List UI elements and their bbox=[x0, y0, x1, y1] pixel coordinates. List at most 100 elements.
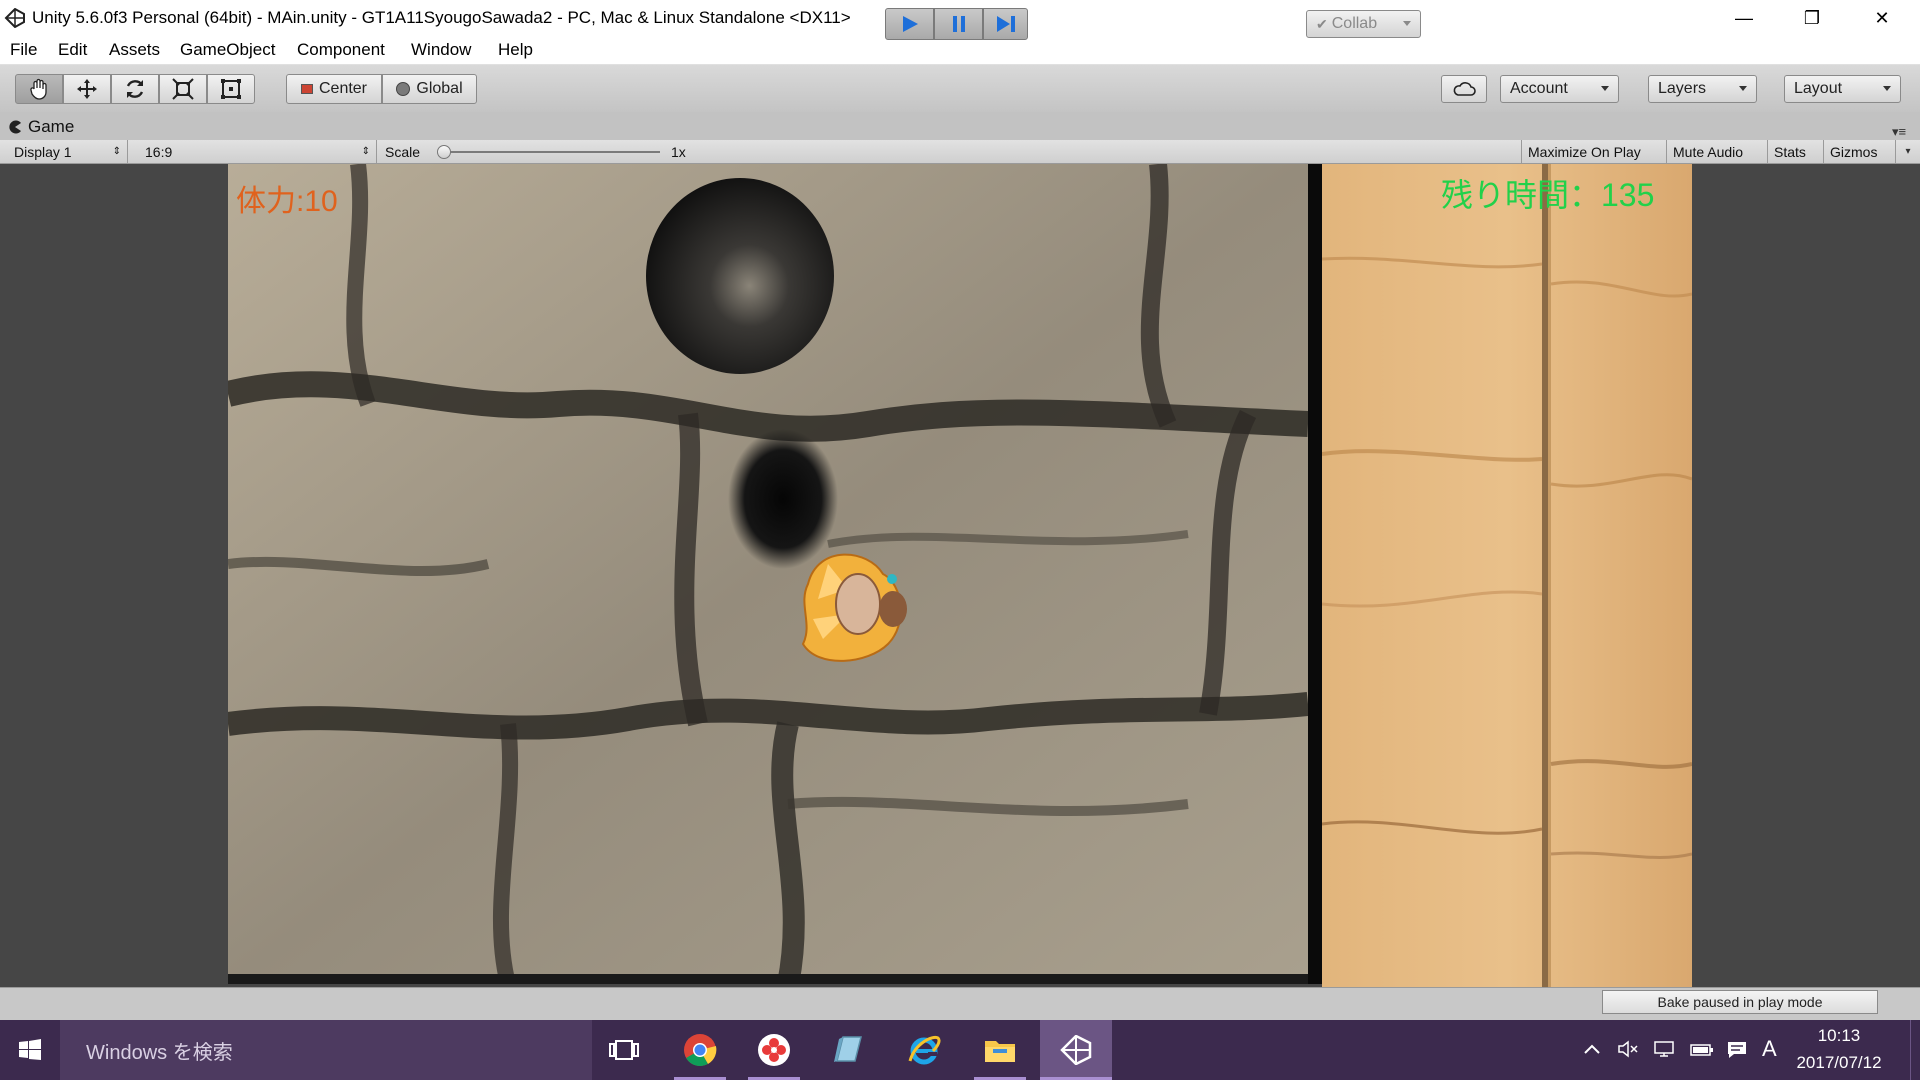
hole-shadow bbox=[728, 429, 838, 569]
pivot-center-toggle[interactable]: Center bbox=[286, 74, 382, 104]
pivot-icon bbox=[300, 84, 313, 94]
move-tool-button[interactable] bbox=[63, 74, 111, 104]
window-title: Unity 5.6.0f3 Personal (64bit) - MAin.un… bbox=[32, 8, 851, 27]
volume-button[interactable] bbox=[1617, 1040, 1639, 1063]
game-tab[interactable]: Game bbox=[8, 114, 98, 140]
layers-label: Layers bbox=[1658, 80, 1707, 97]
pause-button[interactable] bbox=[934, 8, 983, 40]
task-view-icon bbox=[609, 1040, 639, 1060]
menu-window[interactable]: Window bbox=[411, 40, 471, 60]
scale-label: Scale bbox=[385, 143, 421, 160]
account-label: Account bbox=[1510, 80, 1568, 97]
time-remaining-display: 残り時間：135 bbox=[1441, 177, 1655, 213]
clock-time[interactable]: 10:13 bbox=[1784, 1026, 1894, 1046]
gizmos-label: Gizmos bbox=[1830, 143, 1878, 160]
unity-icon bbox=[1060, 1035, 1092, 1065]
cloud-button[interactable] bbox=[1441, 75, 1487, 103]
hand-tool-icon bbox=[30, 78, 47, 100]
display-dropdown[interactable]: Display 1 ⇕ bbox=[8, 140, 128, 163]
menu-gameobject[interactable]: GameObject bbox=[180, 40, 275, 60]
unity-taskbar-button[interactable] bbox=[1040, 1020, 1112, 1080]
battery-button[interactable] bbox=[1689, 1040, 1715, 1063]
layout-label: Layout bbox=[1794, 80, 1843, 97]
menu-edit[interactable]: Edit bbox=[58, 40, 87, 60]
layers-dropdown[interactable]: Layers bbox=[1648, 75, 1757, 103]
game-tab-bar bbox=[0, 112, 1920, 140]
play-button[interactable] bbox=[885, 8, 934, 40]
rotate-tool-button[interactable] bbox=[111, 74, 159, 104]
step-button[interactable] bbox=[983, 8, 1028, 40]
clock-date[interactable]: 2017/07/12 bbox=[1784, 1053, 1894, 1073]
app-paper-icon bbox=[834, 1036, 862, 1062]
collab-label: Collab bbox=[1331, 15, 1378, 32]
collab-dropdown[interactable]: ✔ Collab bbox=[1306, 10, 1421, 38]
network-button[interactable] bbox=[1652, 1040, 1676, 1063]
aspect-dropdown[interactable]: 16:9 ⇕ bbox=[139, 140, 377, 163]
bake-status: Bake paused in play mode bbox=[1602, 990, 1878, 1014]
pivot-center-label: Center bbox=[318, 80, 368, 97]
internet-explorer-icon bbox=[908, 1035, 941, 1065]
paper-app-taskbar-button[interactable] bbox=[818, 1020, 878, 1080]
check-icon: ✔ bbox=[1316, 15, 1328, 32]
taskbar-search[interactable]: Windows を検索 bbox=[60, 1020, 592, 1080]
chrome-taskbar-button[interactable] bbox=[670, 1020, 730, 1080]
flower-app-taskbar-button[interactable] bbox=[744, 1020, 804, 1080]
stats-toggle[interactable]: Stats bbox=[1768, 140, 1824, 163]
internet-explorer-taskbar-button[interactable] bbox=[894, 1020, 954, 1080]
stone-wall-background bbox=[228, 164, 1308, 984]
chrome-icon bbox=[684, 1034, 717, 1067]
menu-assets[interactable]: Assets bbox=[109, 40, 160, 60]
restore-button[interactable]: ❐ bbox=[1778, 0, 1846, 36]
account-dropdown[interactable]: Account bbox=[1500, 75, 1619, 103]
stone-texture bbox=[228, 164, 1308, 984]
minimize-button[interactable]: — bbox=[1710, 0, 1778, 36]
panel-menu-icon[interactable]: ▾≡ bbox=[1892, 124, 1906, 140]
battery-icon bbox=[1690, 1044, 1713, 1056]
stage-divider bbox=[1308, 164, 1322, 984]
scale-tool-icon bbox=[172, 78, 194, 100]
scale-value: 1x bbox=[671, 143, 686, 160]
scale-slider-track[interactable] bbox=[442, 151, 660, 153]
maximize-on-play-toggle[interactable]: Maximize On Play bbox=[1521, 140, 1667, 163]
display-arrow-icon: ⇕ bbox=[112, 146, 121, 157]
volume-muted-icon bbox=[1618, 1040, 1638, 1058]
scale-slider-handle[interactable] bbox=[437, 145, 451, 159]
black-ball bbox=[646, 178, 834, 374]
menu-component[interactable]: Component bbox=[297, 40, 385, 60]
rect-tool-icon bbox=[221, 79, 241, 99]
rect-tool-button[interactable] bbox=[207, 74, 255, 104]
menu-bar bbox=[0, 36, 1920, 65]
game-pacman-icon bbox=[9, 120, 21, 134]
start-button[interactable] bbox=[0, 1020, 60, 1080]
wood-panel bbox=[1322, 164, 1692, 987]
pause-icon bbox=[952, 16, 965, 32]
game-tab-label: Game bbox=[28, 117, 75, 136]
hp-display: 体力:10 bbox=[236, 185, 338, 218]
show-desktop-button[interactable] bbox=[1910, 1020, 1920, 1080]
network-icon bbox=[1654, 1041, 1674, 1057]
action-center-icon bbox=[1728, 1042, 1746, 1058]
menu-file[interactable]: File bbox=[10, 40, 37, 60]
file-explorer-taskbar-button[interactable] bbox=[970, 1020, 1030, 1080]
pivot-global-toggle[interactable]: Global bbox=[382, 74, 477, 104]
close-button[interactable]: ✕ bbox=[1848, 0, 1916, 36]
aspect-arrow-icon: ⇕ bbox=[361, 146, 370, 157]
scale-tool-button[interactable] bbox=[159, 74, 207, 104]
gizmos-arrow-icon[interactable]: ▾ bbox=[1896, 140, 1920, 163]
gizmos-toggle[interactable]: Gizmos bbox=[1824, 140, 1896, 163]
task-view-button[interactable] bbox=[594, 1020, 654, 1080]
step-icon bbox=[996, 16, 1015, 32]
notifications-button[interactable] bbox=[1726, 1040, 1748, 1065]
layout-dropdown[interactable]: Layout bbox=[1784, 75, 1901, 103]
move-tool-icon bbox=[77, 79, 97, 99]
windows-logo-icon bbox=[19, 1039, 41, 1060]
mute-audio-toggle[interactable]: Mute Audio bbox=[1667, 140, 1768, 163]
show-hidden-icons-button[interactable] bbox=[1583, 1040, 1601, 1061]
ime-indicator[interactable]: A bbox=[1762, 1036, 1777, 1062]
globe-icon bbox=[396, 82, 411, 96]
hand-tool-button[interactable] bbox=[15, 74, 63, 104]
app-flower-icon bbox=[758, 1034, 790, 1066]
rotate-tool-icon bbox=[126, 80, 144, 98]
menu-help[interactable]: Help bbox=[498, 40, 533, 60]
display-label: Display 1 bbox=[14, 143, 72, 160]
